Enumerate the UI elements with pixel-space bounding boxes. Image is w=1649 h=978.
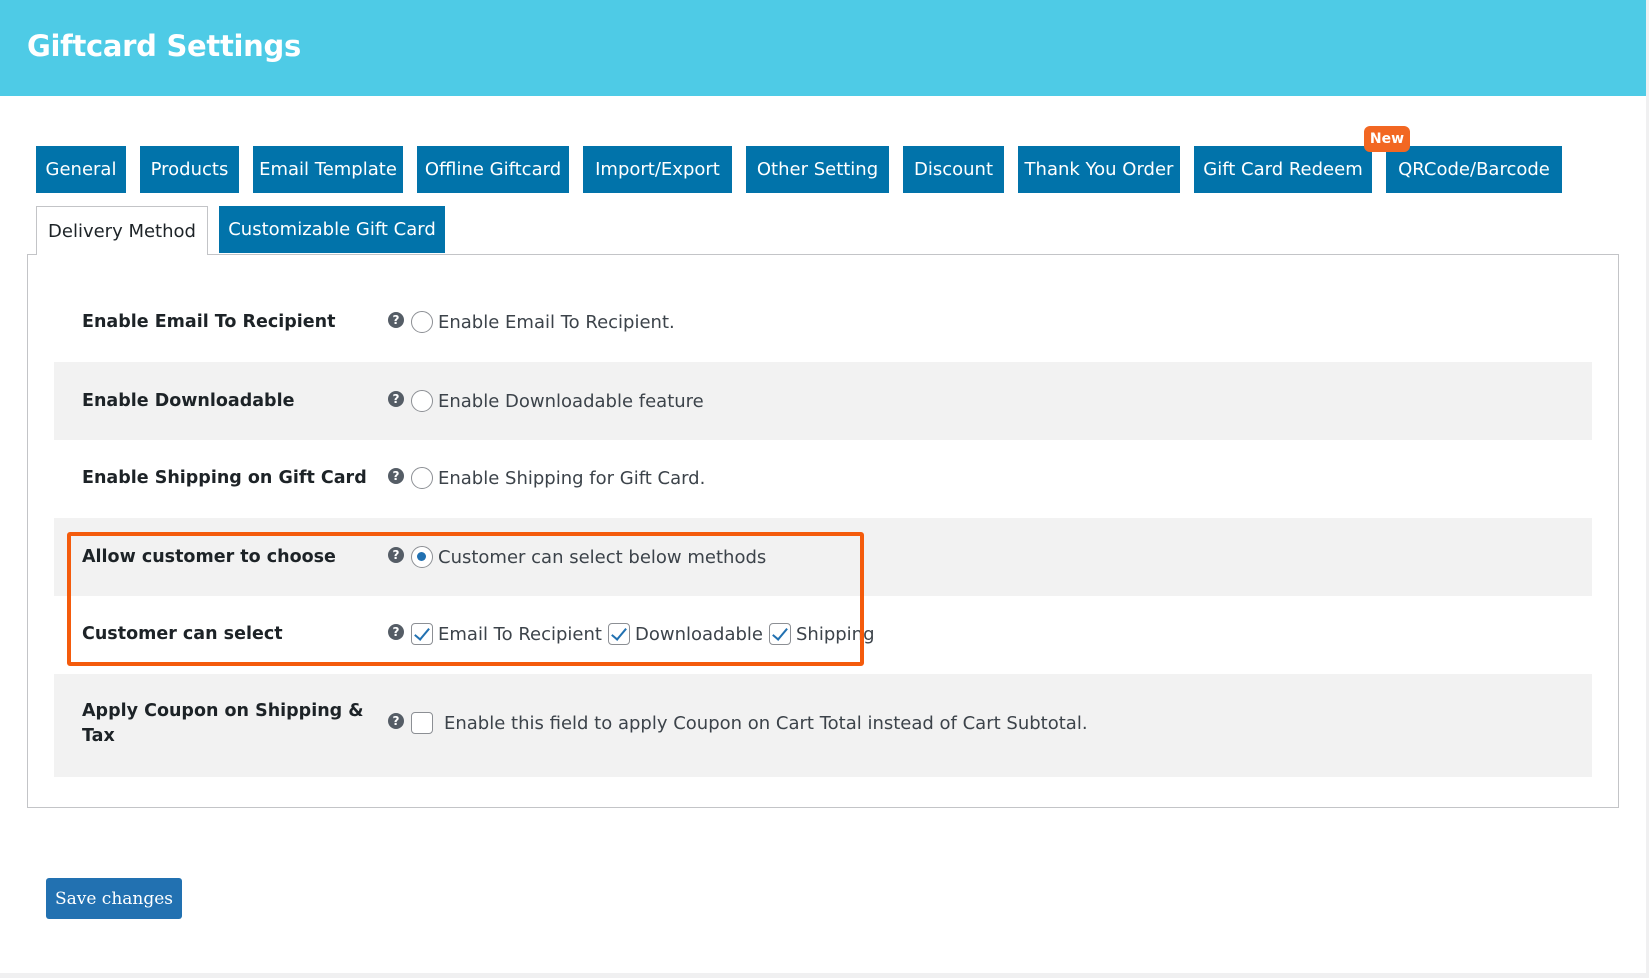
allow-customer-choose-option-label: Customer can select below methods [438, 546, 767, 568]
shipping-checkbox[interactable] [768, 623, 791, 645]
page-bottom-edge [0, 973, 1649, 978]
allow-customer-choose-radio[interactable] [411, 546, 433, 568]
help-icon[interactable]: ? [388, 391, 404, 407]
tab-gift-card-redeem[interactable]: Gift Card Redeem [1194, 146, 1372, 193]
tab-general[interactable]: General [36, 146, 126, 193]
page-title: Giftcard Settings [27, 29, 301, 63]
shipping-label: Shipping [795, 623, 875, 645]
help-icon[interactable]: ? [388, 312, 404, 328]
tab-offline-giftcard[interactable]: Offline Giftcard [417, 146, 569, 193]
apply-coupon-checkbox[interactable] [411, 712, 433, 734]
tab-thank-you-order[interactable]: Thank You Order [1018, 146, 1180, 193]
enable-email-option-label: Enable Email To Recipient. [438, 311, 675, 333]
email-to-recipient-checkbox[interactable] [411, 623, 433, 645]
enable-downloadable-option-label: Enable Downloadable feature [438, 390, 704, 412]
downloadable-label: Downloadable [634, 623, 763, 645]
tab-other-setting[interactable]: Other Setting [746, 146, 889, 193]
help-icon[interactable]: ? [388, 713, 404, 729]
enable-shipping-radio[interactable] [411, 467, 433, 489]
tab-delivery-method[interactable]: Delivery Method [36, 206, 208, 255]
tab-products[interactable]: Products [140, 146, 239, 193]
page-header: Giftcard Settings [0, 0, 1646, 96]
tab-import-export[interactable]: Import/Export [583, 146, 732, 193]
settings-page: Giftcard Settings General Products Email… [0, 0, 1649, 978]
tab-email-template[interactable]: Email Template [253, 146, 403, 193]
enable-email-radio[interactable] [411, 311, 433, 333]
enable-shipping-option-label: Enable Shipping for Gift Card. [438, 467, 706, 489]
tab-customizable-gift-card[interactable]: Customizable Gift Card [219, 206, 445, 253]
save-changes-button[interactable]: Save changes [46, 878, 182, 919]
apply-coupon-option-label: Enable this field to apply Coupon on Car… [444, 712, 1088, 734]
tab-discount[interactable]: Discount [903, 146, 1004, 193]
downloadable-checkbox[interactable] [607, 623, 630, 645]
enable-downloadable-radio[interactable] [411, 390, 433, 412]
email-to-recipient-label: Email To Recipient [438, 623, 602, 645]
new-badge: New [1364, 126, 1410, 152]
help-icon[interactable]: ? [388, 624, 404, 640]
tab-qrcode-barcode[interactable]: QRCode/Barcode [1386, 146, 1562, 193]
help-icon[interactable]: ? [388, 468, 404, 484]
help-icon[interactable]: ? [388, 547, 404, 563]
